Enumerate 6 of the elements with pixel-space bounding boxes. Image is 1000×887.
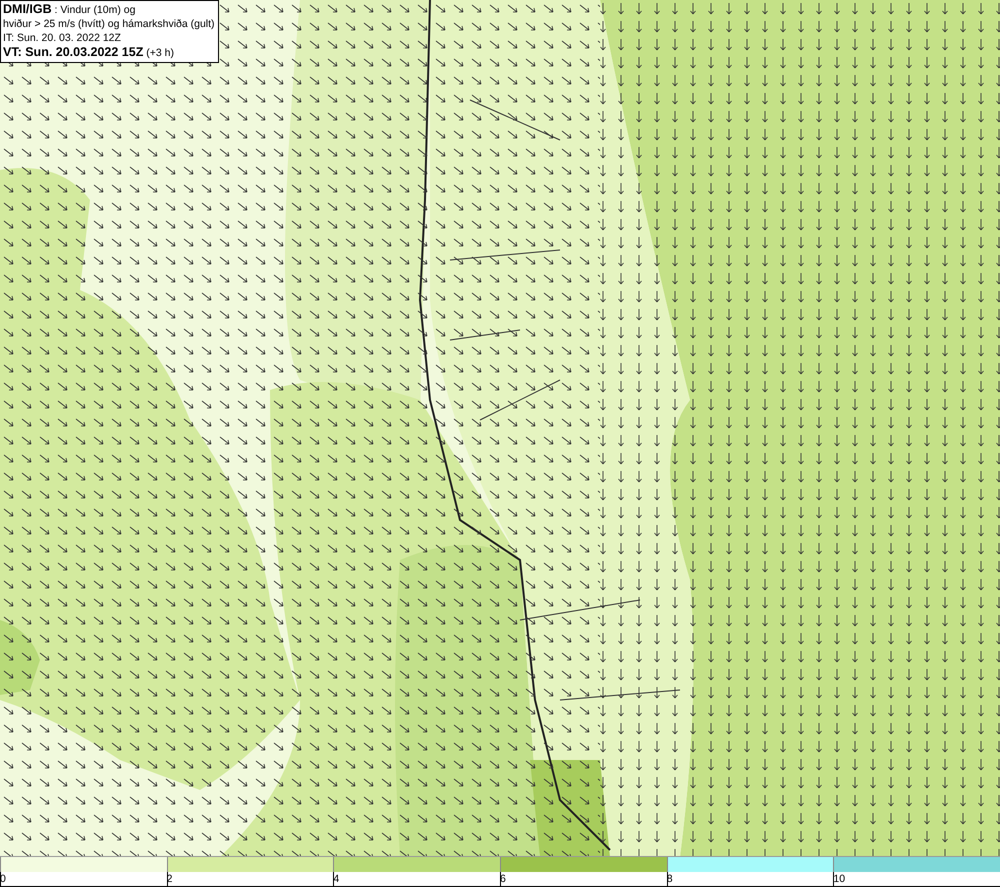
title-line: DMI/IGB : Vindur (10m) og bbox=[3, 2, 136, 17]
legend-tick-label: 4 bbox=[333, 872, 340, 886]
title-line: IT: Sun. 20. 03. 2022 12Z bbox=[3, 31, 122, 45]
title-line: hviður > 25 m/s (hvítt) og hámarkshviða (gult) bbox=[3, 17, 215, 31]
title-line: VT: Sun. 20.03.2022 15Z (+3 h) bbox=[3, 45, 175, 60]
legend-tick-label: 10 bbox=[833, 872, 846, 886]
